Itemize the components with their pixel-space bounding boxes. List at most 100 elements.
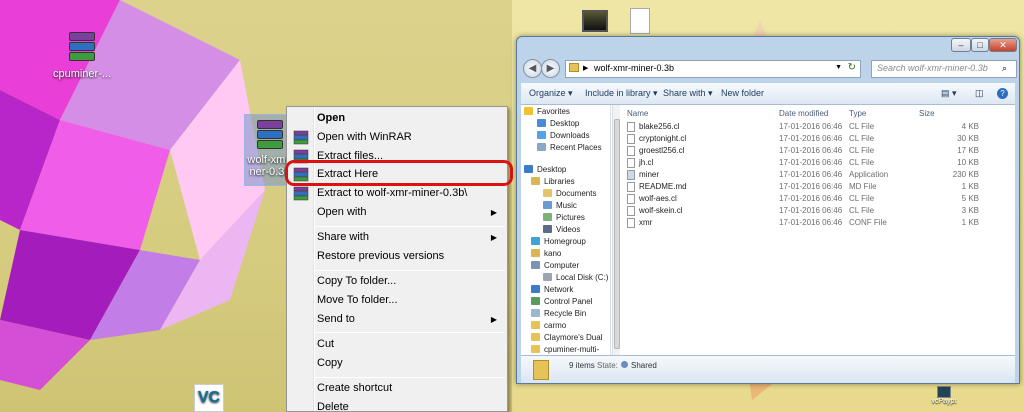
file-date: 17-01-2016 06:46: [779, 158, 843, 167]
table-row[interactable]: README.md 17-01-2016 06:46 MD File 1 KB: [621, 181, 1015, 193]
column-header-size[interactable]: Size: [919, 109, 935, 118]
nav-carmo[interactable]: carmo: [531, 321, 566, 330]
file-icon: [627, 182, 635, 192]
menu-item-label: Share with: [317, 231, 369, 243]
menu-item-open[interactable]: Open: [289, 109, 505, 128]
nav-libraries[interactable]: Libraries: [531, 177, 575, 186]
desktop-icon-cpuminer[interactable]: cpuminer-...: [50, 30, 114, 80]
table-row[interactable]: groestl256.cl 17-01-2016 06:46 CL File 1…: [621, 145, 1015, 157]
file-size: 1 KB: [961, 218, 979, 227]
address-dropdown-icon[interactable]: ▼: [835, 64, 842, 71]
app-icon: [937, 386, 951, 398]
table-row[interactable]: jh.cl 17-01-2016 06:46 CL File 10 KB: [621, 157, 1015, 169]
file-type: MD File: [849, 182, 877, 191]
nav-control-panel[interactable]: Control Panel: [531, 297, 592, 306]
file-icon: [627, 194, 635, 204]
desktop-icon-document[interactable]: [630, 8, 650, 34]
nav-documents[interactable]: Documents: [543, 189, 596, 198]
column-header-type[interactable]: Type: [849, 109, 866, 118]
close-button[interactable]: ✕: [989, 38, 1017, 52]
folder-icon: [569, 63, 579, 72]
organize-button[interactable]: Organize ▾: [529, 88, 573, 99]
status-folder-icon: [533, 360, 549, 380]
menu-item-cut[interactable]: Cut: [289, 335, 505, 354]
maximize-button[interactable]: □: [971, 38, 989, 52]
menu-item-move-to-folder[interactable]: Move To folder...: [289, 291, 505, 310]
share-with-button[interactable]: Share with ▾: [663, 88, 713, 99]
file-icon: [627, 158, 635, 168]
column-header-date[interactable]: Date modified: [779, 109, 828, 118]
menu-item-copy-to-folder[interactable]: Copy To folder...: [289, 272, 505, 291]
file-name: jh.cl: [639, 158, 654, 167]
nav-cpuminer[interactable]: cpuminer-multi-: [531, 345, 599, 354]
table-row[interactable]: xmr 17-01-2016 06:46 CONF File 1 KB: [621, 217, 1015, 229]
file-name: groestl256.cl: [639, 146, 685, 155]
file-name: xmr: [639, 218, 653, 227]
menu-item-create-shortcut[interactable]: Create shortcut: [289, 379, 505, 398]
refresh-icon[interactable]: ↻: [848, 62, 856, 73]
desktop-icon: [524, 165, 533, 173]
nav-network[interactable]: Network: [531, 285, 573, 294]
nav-claymore[interactable]: Claymore's Dual: [531, 333, 602, 342]
nav-local-disk[interactable]: Local Disk (C:): [543, 273, 608, 282]
context-menu: Open Open with WinRAR Extract files... E…: [286, 106, 508, 412]
file-type: CL File: [849, 122, 875, 131]
nav-computer[interactable]: Computer: [531, 261, 579, 270]
nav-desktop-favorite[interactable]: Desktop: [537, 119, 579, 128]
nav-recent-places[interactable]: Recent Places: [537, 143, 602, 152]
desktop-icon-vc[interactable]: VC: [188, 384, 230, 412]
table-row[interactable]: blake256.cl 17-01-2016 06:46 CL File 4 K…: [621, 121, 1015, 133]
address-bar[interactable]: ▶ wolf-xmr-miner-0.3b ▼ ↻: [565, 60, 861, 78]
minimize-button[interactable]: –: [951, 38, 971, 52]
nav-downloads[interactable]: Downloads: [537, 131, 590, 140]
nav-kano[interactable]: kano: [531, 249, 561, 258]
folder-icon: [531, 321, 540, 329]
file-type: CL File: [849, 194, 875, 203]
menu-item-extract-to-folder[interactable]: Extract to wolf-xmr-miner-0.3b\: [289, 184, 505, 203]
new-folder-button[interactable]: New folder: [721, 88, 764, 98]
menu-item-delete[interactable]: Delete: [289, 398, 505, 412]
table-row[interactable]: wolf-aes.cl 17-01-2016 06:46 CL File 5 K…: [621, 193, 1015, 205]
nav-pictures[interactable]: Pictures: [543, 213, 585, 222]
desktop-icon-video[interactable]: [582, 10, 608, 32]
preview-pane-icon[interactable]: ◫: [975, 88, 984, 99]
menu-separator: [315, 377, 505, 378]
highlight-annotation: [285, 160, 513, 186]
forward-button[interactable]: ▶: [541, 59, 560, 78]
view-options-icon[interactable]: ▤ ▾: [941, 88, 957, 99]
vc-logo-icon: VC: [194, 384, 224, 412]
include-in-library-button[interactable]: Include in library ▾: [585, 88, 658, 99]
column-header-name[interactable]: Name: [627, 109, 648, 118]
file-type: CONF File: [849, 218, 887, 227]
menu-item-open-with-winrar[interactable]: Open with WinRAR: [289, 128, 505, 147]
menu-item-open-with[interactable]: Open with ▶: [289, 203, 505, 222]
desktop-icon-vcpaypt[interactable]: vcPaypt: [924, 386, 964, 405]
table-row[interactable]: wolf-skein.cl 17-01-2016 06:46 CL File 3…: [621, 205, 1015, 217]
nav-homegroup[interactable]: Homegroup: [531, 237, 586, 246]
table-row[interactable]: miner 17-01-2016 06:46 Application 230 K…: [621, 169, 1015, 181]
menu-item-send-to[interactable]: Send to ▶: [289, 310, 505, 329]
nav-scrollbar[interactable]: [612, 105, 620, 355]
nav-videos[interactable]: Videos: [543, 225, 580, 234]
nav-desktop[interactable]: Desktop: [524, 165, 566, 174]
menu-item-label: Open with: [317, 206, 367, 218]
menu-item-label: Extract to wolf-xmr-miner-0.3b\: [317, 187, 468, 199]
computer-icon: [531, 261, 540, 269]
nav-music[interactable]: Music: [543, 201, 577, 210]
music-icon: [543, 201, 552, 209]
help-icon[interactable]: ?: [997, 88, 1008, 99]
star-icon: [524, 107, 533, 115]
search-input[interactable]: Search wolf-xmr-miner-0.3b: [871, 60, 1017, 78]
nav-favorites[interactable]: Favorites: [524, 107, 570, 116]
menu-item-share-with[interactable]: Share with ▶: [289, 228, 505, 247]
menu-item-restore-previous-versions[interactable]: Restore previous versions: [289, 247, 505, 266]
table-row[interactable]: cryptonight.cl 17-01-2016 06:46 CL File …: [621, 133, 1015, 145]
menu-item-label: Restore previous versions: [317, 250, 445, 262]
scrollbar-thumb[interactable]: [614, 119, 620, 349]
shared-icon: [621, 361, 628, 368]
title-bar[interactable]: – □ ✕: [517, 37, 1019, 55]
winrar-archive-icon: [65, 30, 99, 64]
back-button[interactable]: ◀: [523, 59, 542, 78]
menu-item-copy[interactable]: Copy: [289, 354, 505, 373]
nav-recycle-bin[interactable]: Recycle Bin: [531, 309, 586, 318]
